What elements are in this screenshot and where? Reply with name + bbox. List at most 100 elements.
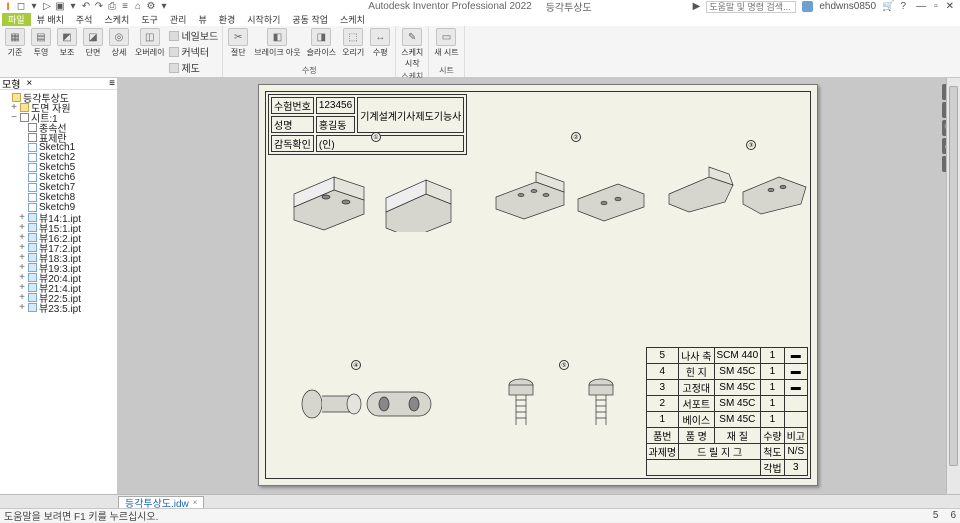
search-icon: ▶: [693, 1, 701, 12]
tree-node-icon: [28, 283, 37, 292]
tab-collab[interactable]: 공동 작업: [286, 13, 334, 26]
tree-sketch[interactable]: Sketch1: [2, 142, 115, 152]
tree-sketch[interactable]: Sketch2: [2, 152, 115, 162]
bom-row: 2서포트SM 45C1: [646, 396, 808, 412]
new-sheet-button[interactable]: ▭새 시트: [432, 27, 460, 64]
bom-title-row: 과제명드 릴 지 그척도N/S: [646, 444, 808, 460]
cut-button[interactable]: ✂절단: [226, 27, 250, 64]
tree-node-icon: [28, 263, 37, 272]
scroll-thumb[interactable]: [949, 86, 958, 466]
tab-sketch[interactable]: 스케치: [98, 13, 135, 26]
status-bar: 도움말을 보려면 F1 키를 누르십시오. 5 6: [0, 508, 960, 522]
slice-button[interactable]: ◨슬라이스: [305, 27, 338, 64]
view-part-2[interactable]: [486, 157, 646, 227]
tree-sketch[interactable]: Sketch7: [2, 182, 115, 192]
sketch-icon: ✎: [402, 28, 422, 46]
connector-button[interactable]: 커넥터: [169, 44, 218, 59]
detail-view-button[interactable]: ◎상세: [107, 27, 131, 76]
minimize-button[interactable]: —: [916, 1, 926, 12]
app-title: Autodesk Inventor Professional 2022: [368, 1, 531, 12]
document-tab[interactable]: 등각투상도.idw ×: [118, 496, 204, 508]
cart-icon[interactable]: 🛒: [882, 1, 894, 12]
document-tab-bar: 등각투상도.idw ×: [0, 494, 960, 508]
help-icon[interactable]: ?: [901, 1, 907, 12]
start-sketch-button[interactable]: ✎스케치 시작: [399, 27, 425, 70]
status-a: 5: [933, 510, 939, 521]
dd-icon[interactable]: ▾: [158, 1, 170, 13]
breakout-button[interactable]: ◧브레이크 아웃: [252, 27, 302, 64]
help-search-input[interactable]: [706, 1, 796, 13]
browser-close-icon[interactable]: ×: [26, 78, 32, 89]
sheet-border: 수험번호123456기계설계기사제도기능사 성명홍길동 감독확인(인) ① ② …: [265, 91, 811, 479]
tab-tools[interactable]: 도구: [135, 13, 164, 26]
tree-node-icon: [28, 273, 37, 282]
qat-btn-icon[interactable]: ≡: [119, 1, 131, 13]
tree-sketch[interactable]: Sketch5: [2, 162, 115, 172]
browser-menu-icon[interactable]: ≡: [109, 78, 115, 89]
tree-sketch[interactable]: Sketch6: [2, 172, 115, 182]
qat-btn-icon[interactable]: ⌂: [132, 1, 144, 13]
overlay-view-button[interactable]: ◫오버레이: [133, 27, 166, 76]
open-icon[interactable]: ▷: [41, 1, 53, 13]
tab-file[interactable]: 파일: [2, 13, 31, 26]
draft-button[interactable]: 제도: [169, 60, 218, 75]
tab-start[interactable]: 시작하기: [241, 13, 286, 26]
section-view-button[interactable]: ◪단면: [81, 27, 105, 76]
hpos-icon: ↔: [370, 28, 390, 46]
close-button[interactable]: ✕: [946, 1, 954, 12]
tree-node-icon: [28, 183, 37, 192]
balloon-5: ⑤: [559, 360, 569, 370]
drawing-canvas[interactable]: 수험번호123456기계설계기사제도기능사 성명홍길동 감독확인(인) ① ② …: [118, 78, 960, 494]
tree-node-icon: [28, 223, 37, 232]
close-tab-icon[interactable]: ×: [193, 498, 198, 507]
aux-view-icon: ◩: [57, 28, 77, 46]
tree-twisty-icon[interactable]: +: [18, 302, 26, 313]
view-part-1[interactable]: [276, 152, 456, 232]
tab-manage[interactable]: 관리: [164, 13, 193, 26]
model-browser: 모형 × ≡ 등각투상도+도면 자원−시트:1종속선표제란Sketch1Sket…: [0, 78, 118, 494]
tree-node-icon: [28, 163, 37, 172]
user-name[interactable]: ehdwns0850: [819, 1, 876, 12]
aux-view-button[interactable]: ◩보조: [55, 27, 79, 76]
view-part-3[interactable]: [661, 152, 811, 222]
view-part-4[interactable]: [284, 374, 444, 434]
projected-view-button[interactable]: ▤투영: [29, 27, 53, 76]
ribbon-group-sketch: ✎스케치 시작 스케치: [396, 26, 429, 77]
detail-icon: ◎: [109, 28, 129, 46]
tab-env[interactable]: 환경: [213, 13, 242, 26]
undo-icon[interactable]: ↶: [80, 1, 92, 13]
tab-view-place[interactable]: 뷰 배치: [31, 13, 70, 26]
tree-twisty-icon[interactable]: −: [10, 112, 18, 123]
crop-button[interactable]: ⬚오리기: [340, 27, 366, 64]
user-icon: [802, 1, 813, 12]
browser-tab[interactable]: 모형: [2, 76, 20, 91]
tree-node-icon: [28, 203, 37, 212]
base-view-button[interactable]: ▦기준: [3, 27, 27, 76]
tree-part[interactable]: +뷰23:5.ipt: [2, 302, 115, 312]
ribbon-group-modify: ✂절단 ◧브레이크 아웃 ◨슬라이스 ⬚오리기 ↔수평 수정: [223, 26, 396, 77]
maximize-button[interactable]: ▫: [934, 1, 938, 12]
tree-node-icon: [28, 133, 37, 142]
new-icon[interactable]: ◻: [15, 1, 27, 13]
dd-icon[interactable]: ▾: [67, 1, 79, 13]
print-icon[interactable]: ⎙: [106, 1, 118, 13]
tab-view[interactable]: 뷰: [192, 13, 212, 26]
save-icon[interactable]: ▣: [54, 1, 66, 13]
tree-resources[interactable]: +도면 자원: [2, 102, 115, 112]
qat-btn-icon[interactable]: ⚙: [145, 1, 157, 13]
tree-node-icon: [28, 253, 37, 262]
redo-icon[interactable]: ↷: [93, 1, 105, 13]
dd-icon[interactable]: ▾: [28, 1, 40, 13]
nailboard-button[interactable]: 네일보드: [169, 28, 218, 43]
hpos-button[interactable]: ↔수평: [368, 27, 392, 64]
create-small-buttons: 네일보드 커넥터 제도: [168, 27, 219, 76]
overlay-icon: ◫: [140, 28, 160, 46]
browser-tree[interactable]: 등각투상도+도면 자원−시트:1종속선표제란Sketch1Sketch2Sket…: [0, 90, 117, 494]
bom-header: 품번품 명재 질수량비고: [646, 428, 808, 444]
tab-sketch2[interactable]: 스케치: [334, 13, 371, 26]
tree-sketch[interactable]: Sketch8: [2, 192, 115, 202]
view-part-5[interactable]: [491, 370, 651, 435]
vertical-scrollbar[interactable]: [946, 78, 960, 494]
tab-annotate[interactable]: 주석: [70, 13, 99, 26]
tree-titleblock[interactable]: 표제란: [2, 132, 115, 142]
